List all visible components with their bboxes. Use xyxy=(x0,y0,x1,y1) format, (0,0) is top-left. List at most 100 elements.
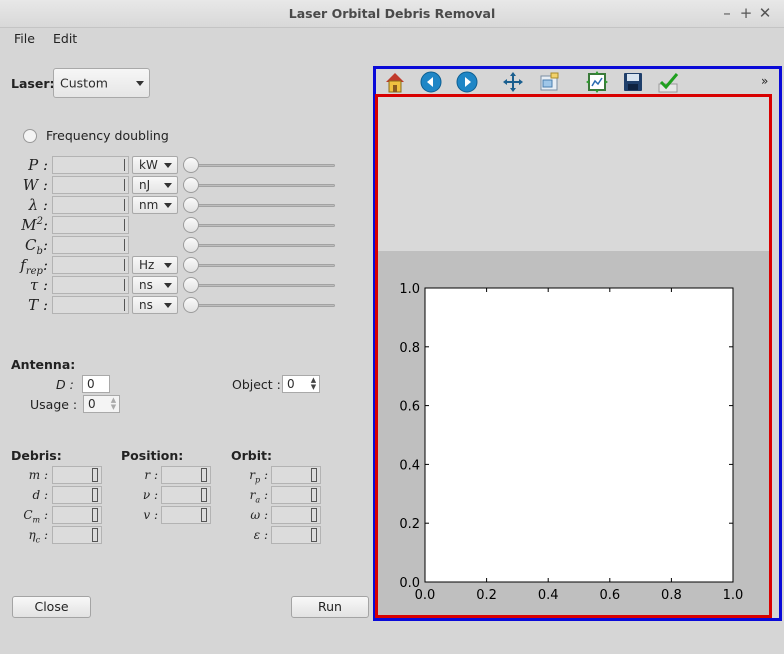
check-icon[interactable] xyxy=(657,70,681,94)
chevron-down-icon xyxy=(164,263,172,268)
maximize-icon[interactable]: + xyxy=(737,4,755,22)
param-p-unit-select[interactable]: kW xyxy=(132,156,178,174)
slider-handle[interactable] xyxy=(183,297,199,313)
param-p-slider[interactable] xyxy=(183,157,335,173)
param-lambda-slider[interactable] xyxy=(183,197,335,213)
param-t-input[interactable] xyxy=(52,296,129,314)
x-tick-label: 1.0 xyxy=(723,588,744,603)
position-nu-input[interactable] xyxy=(161,486,211,504)
laser-label: Laser: xyxy=(11,76,55,91)
menu-file[interactable]: File xyxy=(14,31,35,46)
chevron-down-icon xyxy=(164,303,172,308)
frequency-doubling-radio[interactable] xyxy=(23,129,37,143)
param-p-unit-value: kW xyxy=(139,158,158,172)
zoom-icon[interactable] xyxy=(537,70,561,94)
param-tau-unit-select[interactable]: ns xyxy=(132,276,178,294)
param-cb-slider[interactable] xyxy=(183,237,335,253)
plot-area xyxy=(424,287,734,583)
param-w-input[interactable] xyxy=(52,176,129,194)
param-lambda-input[interactable] xyxy=(52,196,129,214)
y-tick-label: 0.0 xyxy=(399,576,420,591)
antenna-usage-label: Usage : xyxy=(30,397,78,412)
param-frep-input[interactable] xyxy=(52,256,129,274)
param-t-unit-value: ns xyxy=(139,298,153,312)
slider-handle[interactable] xyxy=(183,157,199,173)
param-frep-unit-select[interactable]: Hz xyxy=(132,256,178,274)
orbit-epsilon-label: ε : xyxy=(253,528,268,542)
slider-handle[interactable] xyxy=(183,217,199,233)
run-button[interactable]: Run xyxy=(291,596,369,618)
param-w-slider[interactable] xyxy=(183,177,335,193)
x-tick-label: 0.2 xyxy=(476,588,497,603)
chevron-down-icon xyxy=(164,203,172,208)
close-button[interactable]: Close xyxy=(12,596,91,618)
figure-blank-area xyxy=(378,97,769,251)
antenna-object-spinbox[interactable]: 0 ▲ ▼ xyxy=(282,375,320,393)
debris-m-label: m : xyxy=(28,468,48,482)
orbit-omega-input[interactable] xyxy=(271,506,321,524)
slider-handle[interactable] xyxy=(183,257,199,273)
param-frep-symbol: frep: xyxy=(20,256,48,277)
debris-cm-label: Cm : xyxy=(23,508,48,525)
slider-handle[interactable] xyxy=(183,177,199,193)
orbit-ra-input[interactable] xyxy=(271,486,321,504)
debris-title: Debris: xyxy=(11,448,62,463)
chevron-down-icon xyxy=(164,283,172,288)
param-tau-symbol: τ : xyxy=(29,276,48,294)
param-w-unit-select[interactable]: nJ xyxy=(132,176,178,194)
x-tick-label: 0.8 xyxy=(661,588,682,603)
save-icon[interactable] xyxy=(621,70,645,94)
spin-arrows-icon[interactable]: ▲ ▼ xyxy=(309,377,318,391)
orbit-epsilon-input[interactable] xyxy=(271,526,321,544)
position-v-label: v : xyxy=(143,508,158,522)
param-tau-input[interactable] xyxy=(52,276,129,294)
debris-d-label: d : xyxy=(32,488,48,502)
orbit-ra-label: ra : xyxy=(249,488,268,505)
close-window-icon[interactable]: ✕ xyxy=(756,4,774,22)
x-tick-label: 0.4 xyxy=(538,588,559,603)
spin-arrows-icon[interactable]: ▲ ▼ xyxy=(109,397,118,411)
back-icon[interactable] xyxy=(419,70,443,94)
chevron-down-icon xyxy=(136,81,144,86)
laser-select-value: Custom xyxy=(60,75,108,91)
pan-icon[interactable] xyxy=(501,70,525,94)
debris-d-input[interactable] xyxy=(52,486,102,504)
param-m2-slider[interactable] xyxy=(183,217,335,233)
param-frep-unit-value: Hz xyxy=(139,258,155,272)
antenna-usage-spinbox[interactable]: 0 ▲ ▼ xyxy=(83,395,120,413)
orbit-rp-input[interactable] xyxy=(271,466,321,484)
subplots-icon[interactable] xyxy=(585,70,609,94)
debris-m-input[interactable] xyxy=(52,466,102,484)
orbit-omega-label: ω : xyxy=(250,508,268,522)
minimize-icon[interactable]: – xyxy=(718,4,736,22)
slider-handle[interactable] xyxy=(183,197,199,213)
title-bar: Laser Orbital Debris Removal – + ✕ xyxy=(0,0,784,28)
param-tau-unit-value: ns xyxy=(139,278,153,292)
y-tick-label: 0.4 xyxy=(399,458,420,473)
antenna-object-value: 0 xyxy=(287,377,295,391)
param-cb-input[interactable] xyxy=(52,236,129,254)
debris-etac-label: ηc : xyxy=(28,528,48,545)
y-tick-label: 0.6 xyxy=(399,400,420,415)
param-m2-input[interactable] xyxy=(52,216,129,234)
slider-handle[interactable] xyxy=(183,237,199,253)
antenna-d-label: D : xyxy=(56,377,74,392)
empty-axes-chart[interactable]: 0.0 0.2 0.4 0.6 0.8 1.00.00.20.40.60.81.0 xyxy=(378,251,769,615)
param-p-input[interactable] xyxy=(52,156,129,174)
param-frep-slider[interactable] xyxy=(183,257,335,273)
forward-icon[interactable] xyxy=(455,70,479,94)
param-t-unit-select[interactable]: ns xyxy=(132,296,178,314)
antenna-d-input[interactable]: 0 xyxy=(82,375,110,393)
param-tau-slider[interactable] xyxy=(183,277,335,293)
position-v-input[interactable] xyxy=(161,506,211,524)
debris-cm-input[interactable] xyxy=(52,506,102,524)
laser-select[interactable]: Custom xyxy=(53,68,150,98)
slider-handle[interactable] xyxy=(183,277,199,293)
home-icon[interactable] xyxy=(383,70,407,94)
toolbar-overflow-icon[interactable]: » xyxy=(761,74,768,88)
menu-edit[interactable]: Edit xyxy=(53,31,77,46)
param-t-slider[interactable] xyxy=(183,297,335,313)
debris-etac-input[interactable] xyxy=(52,526,102,544)
position-r-input[interactable] xyxy=(161,466,211,484)
param-lambda-unit-select[interactable]: nm xyxy=(132,196,178,214)
